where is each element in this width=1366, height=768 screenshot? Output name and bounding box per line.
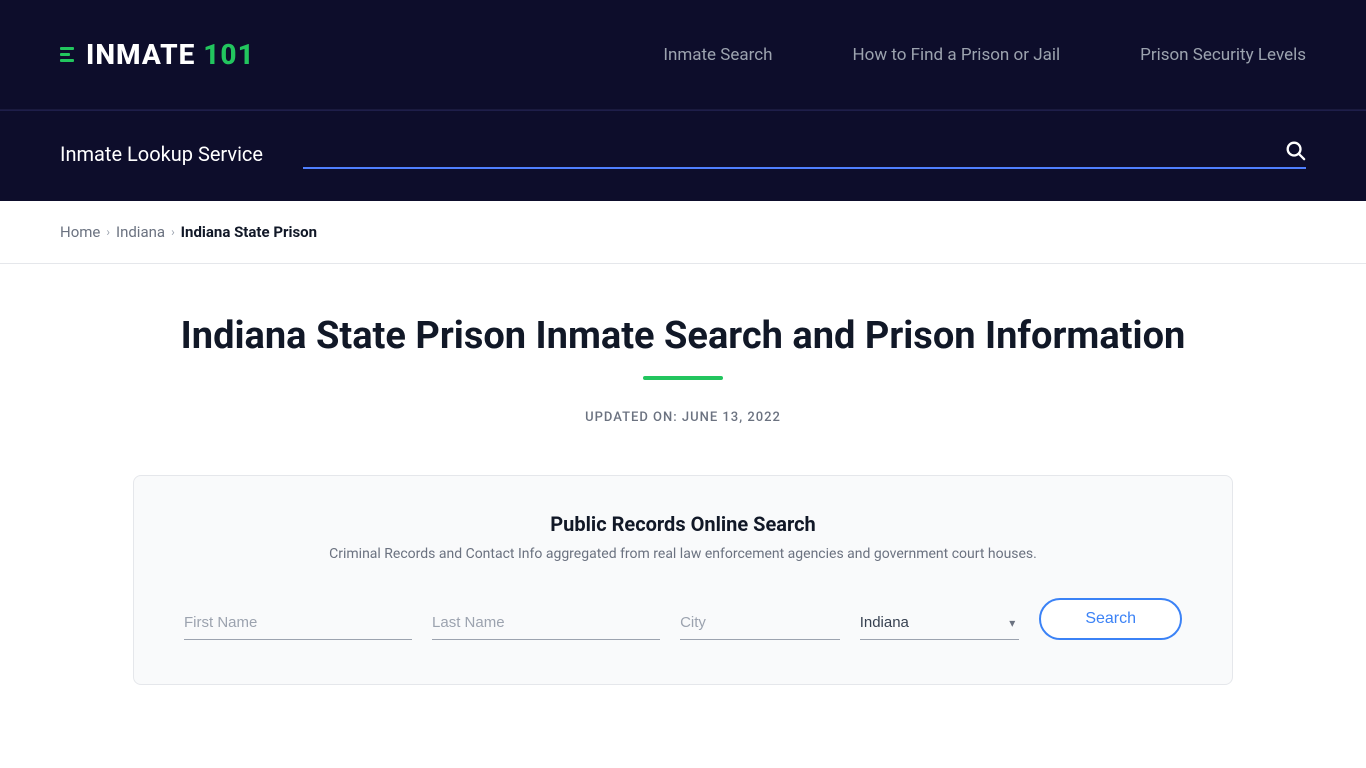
state-select[interactable]: AlabamaAlaskaArizonaArkansasCaliforniaCo… xyxy=(860,606,1020,640)
nav-inmate-search[interactable]: Inmate Search xyxy=(663,45,772,65)
search-section: Inmate Lookup Service xyxy=(0,110,1366,201)
search-icon xyxy=(1284,139,1306,161)
first-name-field xyxy=(184,606,412,640)
updated-date: UPDATED ON: JUNE 13, 2022 xyxy=(60,410,1306,425)
nav-find-prison[interactable]: How to Find a Prison or Jail xyxy=(853,45,1061,65)
search-form-row: AlabamaAlaskaArizonaArkansasCaliforniaCo… xyxy=(184,598,1182,640)
page-title: Indiana State Prison Inmate Search and P… xyxy=(60,314,1306,360)
search-button[interactable]: Search xyxy=(1039,598,1182,640)
logo-icon xyxy=(60,47,74,62)
main-content: Indiana State Prison Inmate Search and P… xyxy=(0,264,1366,725)
title-underline xyxy=(643,376,723,380)
logo-link[interactable]: INMATE 101 xyxy=(60,38,255,71)
breadcrumb-chevron-1: › xyxy=(106,225,110,239)
breadcrumb-home[interactable]: Home xyxy=(60,223,100,241)
first-name-input[interactable] xyxy=(184,606,412,640)
breadcrumb-state[interactable]: Indiana xyxy=(116,223,165,241)
last-name-field xyxy=(432,606,660,640)
breadcrumb-chevron-2: › xyxy=(171,225,175,239)
search-card: Public Records Online Search Criminal Re… xyxy=(133,475,1233,685)
search-section-label: Inmate Lookup Service xyxy=(60,142,263,166)
search-input-wrapper xyxy=(303,139,1306,169)
card-subtitle: Criminal Records and Contact Info aggreg… xyxy=(184,546,1182,562)
card-title: Public Records Online Search xyxy=(184,512,1182,536)
logo-text: INMATE 101 xyxy=(86,38,255,71)
last-name-input[interactable] xyxy=(432,606,660,640)
state-select-wrapper: AlabamaAlaskaArizonaArkansasCaliforniaCo… xyxy=(860,606,1020,640)
search-input[interactable] xyxy=(303,141,1284,159)
breadcrumb-section: Home › Indiana › Indiana State Prison xyxy=(0,201,1366,264)
city-field xyxy=(680,606,840,640)
breadcrumb: Home › Indiana › Indiana State Prison xyxy=(60,223,1306,241)
search-icon-button[interactable] xyxy=(1284,139,1306,161)
nav-security-levels[interactable]: Prison Security Levels xyxy=(1140,45,1306,65)
nav-links: Inmate Search How to Find a Prison or Ja… xyxy=(663,45,1306,65)
top-navigation: INMATE 101 Inmate Search How to Find a P… xyxy=(0,0,1366,110)
breadcrumb-current: Indiana State Prison xyxy=(181,223,317,241)
city-input[interactable] xyxy=(680,606,840,640)
